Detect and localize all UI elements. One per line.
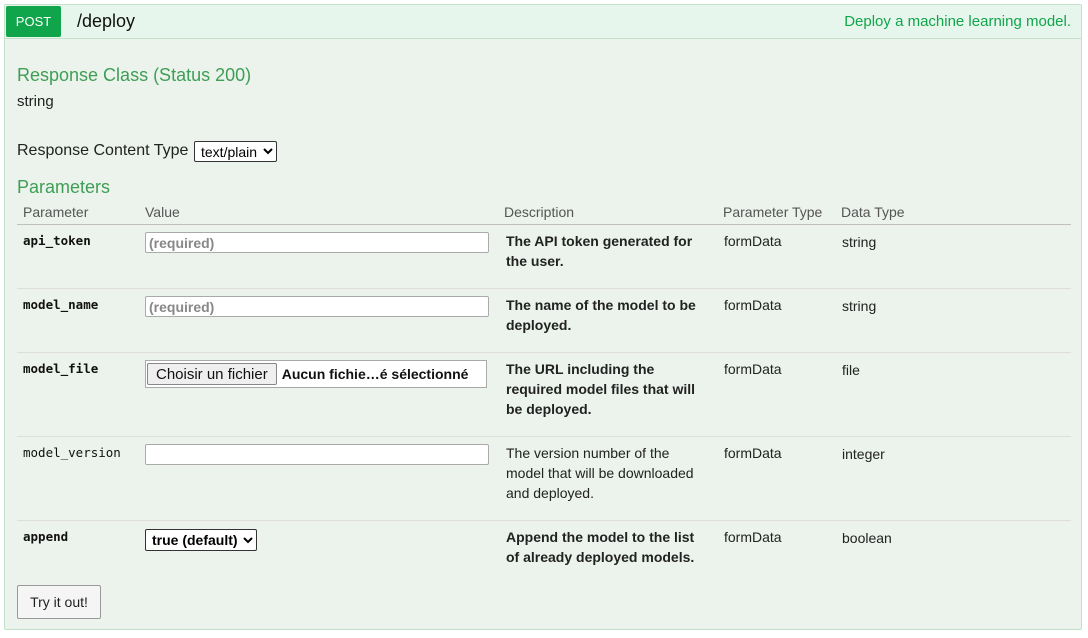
data-type-append: boolean <box>842 530 892 546</box>
header-value: Value <box>145 204 180 220</box>
operation-heading[interactable]: POST /deploy Deploy a machine learning m… <box>5 5 1081 39</box>
response-content-type-label: Response Content Type <box>17 142 189 159</box>
data-type-model-file: file <box>842 362 860 378</box>
row-divider <box>17 288 1071 289</box>
method-badge[interactable]: POST <box>6 6 61 37</box>
param-desc-api-token: The API token generated for the user. <box>506 233 693 269</box>
param-name-model-version: model_version <box>23 445 121 460</box>
param-desc-model-name: The name of the model to be deployed. <box>506 297 696 333</box>
row-divider <box>17 352 1071 353</box>
row-divider <box>17 436 1071 437</box>
param-desc-model-file: The URL including the required model fil… <box>506 361 696 417</box>
choose-file-button[interactable]: Choisir un fichier <box>147 363 277 385</box>
api-token-input[interactable] <box>145 232 489 253</box>
response-content-type-select[interactable]: text/plain <box>194 141 277 162</box>
append-select[interactable]: true (default) <box>145 529 257 551</box>
response-class-type: string <box>17 93 54 110</box>
param-type-api-token: formData <box>724 233 782 249</box>
model-name-input[interactable] <box>145 296 489 317</box>
row-divider <box>17 520 1071 521</box>
param-type-model-name: formData <box>724 297 782 313</box>
response-class-title: Response Class (Status 200) <box>17 65 252 85</box>
parameters-title: Parameters <box>17 177 111 197</box>
model-version-input[interactable] <box>145 444 489 465</box>
header-parameter-type: Parameter Type <box>723 204 823 220</box>
param-desc-append: Append the model to the list of already … <box>506 529 695 565</box>
param-name-append: append <box>23 529 69 544</box>
data-type-model-version: integer <box>842 446 885 462</box>
operation-summary[interactable]: Deploy a machine learning model. <box>844 13 1071 30</box>
param-name-model-name: model_name <box>23 297 99 312</box>
param-type-model-version: formData <box>724 445 782 461</box>
param-type-append: formData <box>724 529 782 545</box>
param-name-model-file: model_file <box>23 361 99 376</box>
param-name-api-token: api_token <box>23 233 91 248</box>
model-file-input[interactable]: Choisir un fichier Aucun fichie…é sélect… <box>145 360 487 388</box>
operation-panel: POST /deploy Deploy a machine learning m… <box>4 4 1082 630</box>
data-type-model-name: string <box>842 298 877 314</box>
file-status-text: Aucun fichie…é sélectionné <box>281 366 469 382</box>
param-desc-model-version: The version number of the model that wil… <box>506 445 694 501</box>
header-data-type: Data Type <box>841 204 905 220</box>
header-divider <box>17 224 1071 225</box>
param-type-model-file: formData <box>724 361 782 377</box>
data-type-api-token: string <box>842 234 877 250</box>
header-parameter: Parameter <box>23 204 89 220</box>
try-it-out-button[interactable]: Try it out! <box>17 585 101 619</box>
operation-path[interactable]: /deploy <box>77 11 135 32</box>
header-description: Description <box>504 204 575 220</box>
